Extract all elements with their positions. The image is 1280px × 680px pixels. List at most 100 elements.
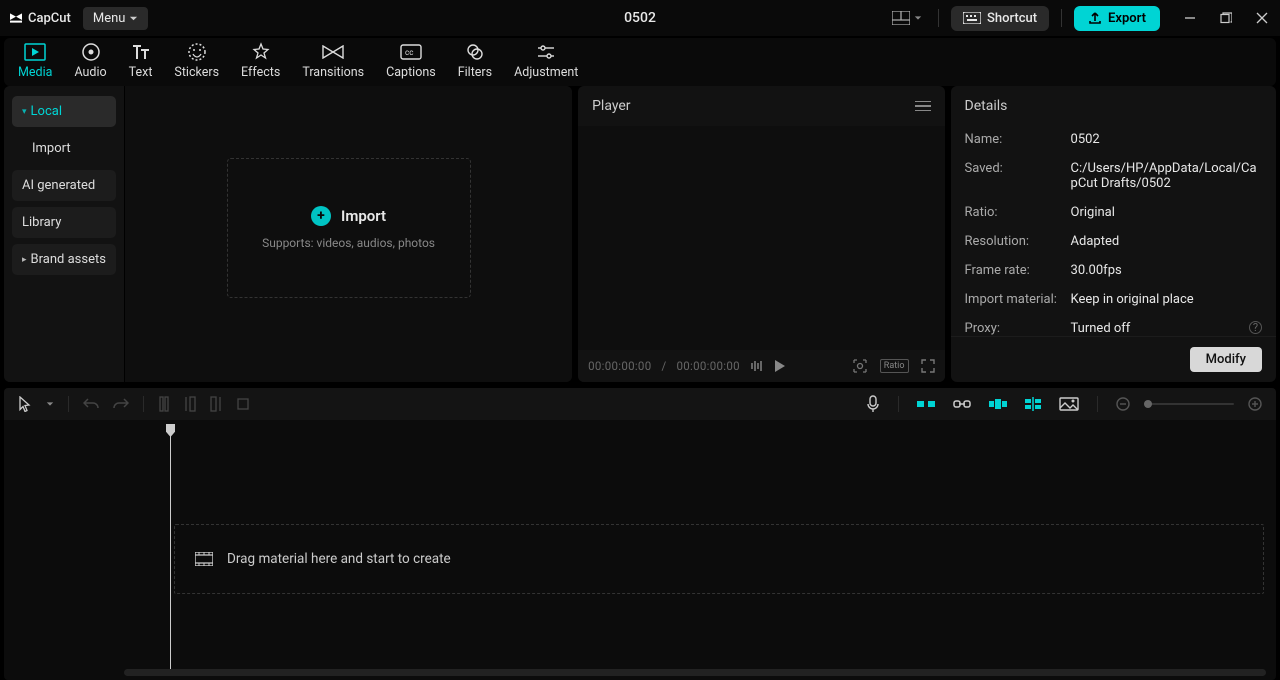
shortcut-button[interactable]: Shortcut (951, 6, 1049, 31)
sidebar-item-ai-generated[interactable]: AI generated (12, 170, 116, 201)
trim-right-button[interactable] (206, 392, 226, 416)
sidebar-item-brand-assets[interactable]: ▸ Brand assets (12, 244, 116, 275)
divider (938, 9, 939, 27)
detail-row-import-material: Import material:Keep in original place (965, 292, 1262, 307)
record-button[interactable] (862, 391, 884, 417)
timecode-total: 00:00:00:00 (677, 359, 740, 373)
detail-label: Import material: (965, 292, 1071, 307)
tab-media[interactable]: Media (8, 37, 62, 84)
tab-transitions[interactable]: Transitions (292, 37, 374, 84)
divider (898, 396, 899, 412)
snap-toggle[interactable] (913, 395, 939, 413)
sidebar-item-label: Brand assets (31, 252, 106, 267)
zoom-out-button[interactable] (1112, 393, 1134, 415)
tab-effects[interactable]: Effects (231, 37, 290, 84)
detail-value: C:/Users/HP/AppData/Local/CapCut Drafts/… (1071, 161, 1262, 191)
tab-audio[interactable]: Audio (64, 37, 116, 84)
zoom-slider[interactable] (1144, 403, 1234, 405)
layout-button[interactable] (888, 7, 926, 29)
redo-button[interactable] (109, 393, 133, 415)
sidebar-item-library[interactable]: Library (12, 207, 116, 238)
pointer-tool[interactable] (14, 392, 36, 416)
keyboard-icon (963, 12, 981, 24)
maximize-button[interactable] (1216, 8, 1236, 28)
adjustment-icon (535, 41, 557, 63)
zoom-in-icon (1248, 397, 1262, 411)
tab-label: Transitions (302, 65, 364, 80)
export-button[interactable]: Export (1074, 6, 1160, 31)
player-header: Player (578, 86, 944, 126)
link-toggle[interactable] (949, 394, 975, 414)
detail-label: Name: (965, 132, 1071, 147)
preview-toggle[interactable] (985, 395, 1011, 413)
detail-value: Keep in original place (1071, 292, 1194, 307)
undo-button[interactable] (79, 393, 103, 415)
tab-label: Media (18, 65, 52, 80)
close-icon (1256, 12, 1268, 24)
capcut-icon (8, 10, 24, 26)
text-icon (130, 41, 152, 63)
caret-down-icon: ▾ (22, 107, 27, 117)
timeline-dropzone[interactable]: Drag material here and start to create (174, 524, 1264, 594)
tab-adjustment[interactable]: Adjustment (504, 37, 588, 84)
media-sidebar: ▾Local Import AI generated Library ▸ Bran… (4, 86, 124, 382)
effects-icon (250, 41, 272, 63)
delete-button[interactable] (232, 393, 254, 415)
details-panel: Details Name:0502 Saved:C:/Users/HP/AppD… (951, 86, 1276, 382)
timeline[interactable]: Drag material here and start to create (4, 420, 1276, 680)
tab-captions[interactable]: cc Captions (376, 37, 446, 84)
tab-text[interactable]: Text (119, 37, 163, 84)
cover-icon (1059, 397, 1079, 411)
sidebar-item-import[interactable]: Import (12, 133, 116, 164)
sidebar-item-local[interactable]: ▾Local (12, 96, 116, 127)
timeline-scrollbar[interactable] (124, 669, 1266, 676)
tab-label: Effects (241, 65, 280, 80)
audio-icon (80, 41, 102, 63)
tab-stickers[interactable]: Stickers (164, 37, 229, 84)
detail-value: Original (1071, 205, 1115, 220)
top-tabbar: Media Audio Text Stickers Effects Transi… (4, 38, 1276, 86)
window-controls (1180, 8, 1272, 28)
detail-row-proxy: Proxy:Turned off? (965, 321, 1262, 336)
app-logo: CapCut (8, 10, 71, 26)
menu-label: Menu (93, 11, 126, 26)
trim-left-button[interactable] (180, 392, 200, 416)
crop-icon[interactable] (852, 358, 868, 374)
export-label: Export (1108, 11, 1146, 26)
timeline-ruler[interactable] (4, 420, 1276, 438)
play-button[interactable] (774, 359, 786, 373)
media-panel: ▾Local Import AI generated Library ▸ Bran… (4, 86, 572, 382)
player-viewport[interactable] (578, 126, 944, 350)
pointer-dropdown[interactable] (42, 396, 58, 412)
link-icon (953, 398, 971, 410)
align-toggle[interactable] (1021, 393, 1045, 415)
split-button[interactable] (154, 392, 174, 416)
player-menu-button[interactable] (915, 101, 931, 112)
player-panel: Player 00:00:00:00 / 00:00:00:00 Ratio (578, 86, 944, 382)
player-controls: 00:00:00:00 / 00:00:00:00 Ratio (578, 350, 944, 382)
minimize-button[interactable] (1180, 8, 1200, 28)
fullscreen-icon[interactable] (921, 359, 935, 373)
tab-filters[interactable]: Filters (448, 37, 502, 84)
timecode-sep: / (661, 359, 666, 373)
timeline-drop-text: Drag material here and start to create (227, 551, 451, 567)
zoom-in-button[interactable] (1244, 393, 1266, 415)
cover-button[interactable] (1055, 393, 1083, 415)
close-button[interactable] (1252, 8, 1272, 28)
import-dropzone[interactable]: + Import Supports: videos, audios, photo… (227, 158, 471, 298)
caret-right-icon: ▸ (22, 255, 27, 265)
filters-icon (464, 41, 486, 63)
menu-button[interactable]: Menu (83, 7, 149, 30)
chevron-down-icon (46, 400, 54, 408)
divider (68, 396, 69, 412)
info-icon[interactable]: ? (1249, 321, 1262, 334)
modify-button[interactable]: Modify (1190, 347, 1262, 372)
divider (1061, 9, 1062, 27)
volume-icon[interactable] (750, 360, 764, 372)
transitions-icon (322, 41, 344, 63)
svg-text:cc: cc (405, 48, 413, 57)
ratio-button[interactable]: Ratio (880, 359, 909, 373)
plus-icon: + (311, 206, 331, 226)
detail-label: Saved: (965, 161, 1071, 176)
chevron-down-icon (129, 14, 138, 23)
